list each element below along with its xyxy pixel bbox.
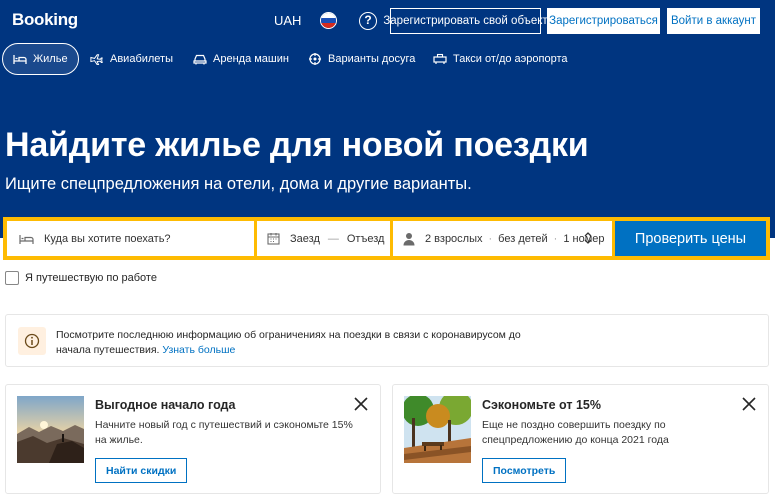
notice-text: Посмотрите последнюю информацию об огран… [56,328,556,358]
nav-item-flights[interactable]: Авиабилеты [90,43,173,75]
nav-item-label: Жилье [33,53,68,65]
guest-separator: · [488,232,493,245]
work-trip-label: Я путешествую по работе [25,272,157,284]
russian-flag-icon[interactable] [320,12,337,29]
plane-icon [90,54,103,65]
help-icon[interactable]: ? [359,12,377,30]
promo-card: Выгодное начало года Начните новый год с… [5,384,381,494]
hero-subtitle: Ищите спецпредложения на отели, дома и д… [5,175,472,193]
taxi-icon [433,53,447,64]
currency-selector[interactable]: UAH [274,13,301,28]
view-offers-button[interactable]: Посмотреть [482,458,567,483]
card-title: Выгодное начало года [95,398,236,412]
signin-button[interactable]: Войти в аккаунт [667,8,760,34]
learn-more-link[interactable]: Узнать больше [162,344,235,356]
chevron-updown-icon [584,232,592,244]
work-trip-option[interactable]: Я путешествую по работе [5,271,157,285]
nav-item-attractions[interactable]: Варианты досуга [308,43,415,75]
person-icon [403,232,415,245]
children-count: без детей [498,232,548,245]
nav-item-stays[interactable]: Жилье [2,43,79,75]
nav-item-label: Аренда машин [213,53,289,65]
attractions-icon [309,53,321,65]
guest-separator: · [553,232,558,245]
main-nav: Жилье Авиабилеты Аренда машин Варианты д… [0,43,775,75]
search-bar: Куда вы хотите поехать? Заезд — Отъезд 2… [3,217,770,260]
date-separator: — [327,232,339,245]
check-prices-button[interactable]: Проверить цены [615,221,766,256]
find-deals-button[interactable]: Найти скидки [95,458,188,483]
register-property-button[interactable]: Зарегистрировать свой объект [383,8,548,34]
work-trip-checkbox[interactable] [5,271,19,285]
car-icon [193,54,207,65]
checkin-label: Заезд [290,232,320,245]
hero-banner: Booking UAH ? Зарегистрировать свой объе… [0,0,775,238]
nav-item-car-rental[interactable]: Аренда машин [193,43,289,75]
mountain-sunset-image [17,396,84,463]
hero-title: Найдите жилье для новой поездки [5,126,589,164]
destination-field[interactable]: Куда вы хотите поехать? [7,221,254,256]
calendar-icon [267,233,280,245]
close-icon[interactable] [354,397,368,411]
destination-placeholder: Куда вы хотите поехать? [44,232,171,245]
booking-logo[interactable]: Booking [12,10,78,30]
nav-item-label: Авиабилеты [110,53,174,65]
covid-notice: Посмотрите последнюю информацию об огран… [5,314,769,367]
promo-card: Сэкономьте от 15% Еще не поздно совершит… [392,384,769,494]
bed-icon [19,234,34,244]
nav-item-airport-taxi[interactable]: Такси от/до аэропорта [433,43,568,75]
nav-item-label: Варианты досуга [328,53,416,65]
info-icon [18,327,46,355]
dates-field[interactable]: Заезд — Отъезд [257,221,390,256]
autumn-park-image [404,396,471,463]
card-body: Начните новый год с путешествий и сэконо… [95,419,353,446]
bed-icon [13,55,27,64]
nav-item-label: Такси от/до аэропорта [453,53,568,65]
guests-field[interactable]: 2 взрослых · без детей · 1 номер [393,221,612,256]
card-body: Еще не поздно совершить поездку по спецп… [482,419,669,446]
register-button[interactable]: Зарегистрироваться [547,8,660,34]
checkout-label: Отъезд [346,232,385,245]
notice-message: Посмотрите последнюю информацию об огран… [56,329,521,356]
close-icon[interactable] [742,397,756,411]
adults-count: 2 взрослых [425,232,483,245]
card-title: Сэкономьте от 15% [482,398,601,412]
